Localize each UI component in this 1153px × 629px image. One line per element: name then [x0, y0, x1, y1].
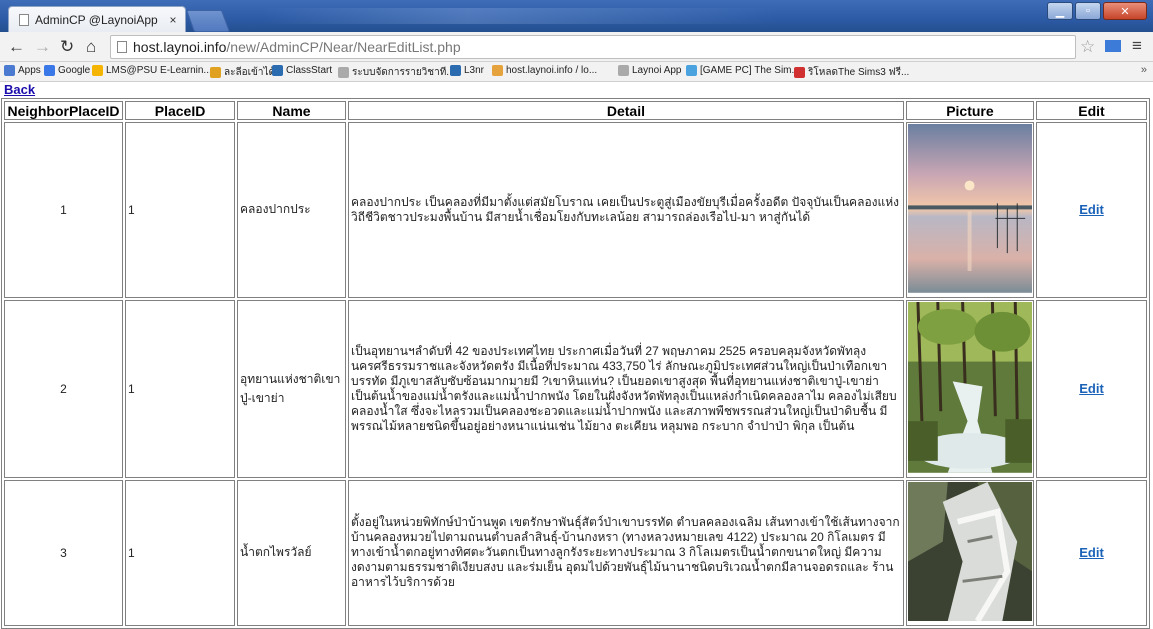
- bookmark-label: Laynoi App: [632, 65, 682, 76]
- edit-link[interactable]: Edit: [1079, 545, 1104, 560]
- column-header: Detail: [347, 101, 904, 120]
- edit-cell: Edit: [1036, 122, 1147, 298]
- bookmark-icon: [44, 65, 55, 76]
- bookmark-item[interactable]: Apps: [4, 65, 41, 76]
- url-host: host.laynoi.info: [133, 39, 227, 55]
- bookmark-item[interactable]: L3nr: [450, 65, 484, 76]
- bookmark-item[interactable]: Google: [44, 65, 90, 76]
- bookmark-icon: [338, 67, 349, 78]
- address-bar[interactable]: host.laynoi.info/new/AdminCP/Near/NearEd…: [110, 35, 1076, 59]
- neighbor-id-cell: 1: [4, 122, 124, 298]
- bookmark-item[interactable]: LMS@PSU E-Learnin...: [92, 65, 212, 76]
- bookmark-item[interactable]: ClassStart: [272, 65, 332, 76]
- bookmark-icon: [272, 65, 283, 76]
- bookmark-label: L3nr: [464, 65, 485, 76]
- bookmark-label: ละลีอเข้าได้: [224, 67, 276, 78]
- tab-title: AdminCP @LaynoiApp: [35, 12, 158, 27]
- place-id-cell: 1: [125, 479, 236, 626]
- picture-cell: [905, 299, 1034, 478]
- reload-icon[interactable]: ↻: [60, 37, 74, 57]
- new-tab-button[interactable]: [185, 10, 231, 32]
- bookmark-label: host.laynoi.info / lo...: [506, 65, 598, 76]
- neighbor-id-cell: 3: [4, 479, 124, 626]
- bookmark-label: ClassStart: [286, 65, 333, 76]
- bookmark-label: LMS@PSU E-Learnin...: [106, 65, 212, 76]
- bookmark-item[interactable]: ละลีอเข้าได้: [210, 65, 275, 80]
- picture-cell: [905, 122, 1034, 298]
- edit-link[interactable]: Edit: [1079, 202, 1104, 217]
- bookmark-icon: [686, 65, 697, 76]
- bookmark-label: ระบบจัดการรายวิชาที...: [352, 67, 455, 78]
- table-row: 3 1 น้ำตกไพรวัลย์ ตั้งอยู่ในหน่วยพิทักษ์…: [4, 479, 1147, 626]
- bookmark-icon: [92, 65, 103, 76]
- bookmark-icon: [794, 67, 805, 78]
- minimize-button[interactable]: ▁: [1047, 2, 1073, 20]
- tab-close-icon[interactable]: ×: [165, 13, 181, 27]
- name-cell: คลองปากประ: [237, 122, 346, 298]
- bookmarks-overflow-icon[interactable]: »: [1141, 64, 1147, 76]
- bookmark-item[interactable]: Laynoi App: [618, 65, 682, 76]
- rock-waterfall-photo: [907, 481, 1032, 623]
- bookmark-item[interactable]: ริโหลดThe Sims3 ฟรี...: [794, 65, 909, 80]
- browser-toolbar: ← → ↻ ⌂ host.laynoi.info/new/AdminCP/Nea…: [0, 32, 1153, 62]
- bookmark-icon: [450, 65, 461, 76]
- home-icon[interactable]: ⌂: [86, 37, 96, 57]
- titlebar-glow: [260, 8, 780, 24]
- name-cell: น้ำตกไพรวัลย์: [237, 479, 346, 626]
- bookmark-item[interactable]: host.laynoi.info / lo...: [492, 65, 597, 76]
- table-row: 2 1 อุทยานแห่งชาติเขาปู่-เขาย่า เป็นอุทย…: [4, 299, 1147, 478]
- bookmark-label: Google: [58, 65, 91, 76]
- place-id-cell: 1: [125, 299, 236, 478]
- window-controls: ▁ ▫ ✕: [1047, 2, 1147, 20]
- column-header: Name: [237, 101, 346, 120]
- url-path: /new/AdminCP/Near/NearEditList.php: [226, 39, 461, 55]
- browser-tab[interactable]: AdminCP @LaynoiApp ×: [8, 6, 186, 32]
- sunset-lake-photo: [907, 124, 1032, 293]
- close-window-button[interactable]: ✕: [1103, 2, 1147, 20]
- name-cell: อุทยานแห่งชาติเขาปู่-เขาย่า: [237, 299, 346, 478]
- forest-waterfall-photo: [907, 301, 1032, 473]
- detail-cell: คลองปากประ เป็นคลองที่มีมาตั้งแต่สมัยโบร…: [347, 122, 904, 298]
- forward-arrow-icon[interactable]: →: [34, 37, 51, 57]
- column-header: NeighborPlaceID: [4, 101, 124, 120]
- bookmark-label: Apps: [18, 65, 41, 76]
- detail-cell: ตั้งอยู่ในหน่วยพิทักษ์ป่าบ้านพูด เขตรักษ…: [347, 479, 904, 626]
- detail-cell: เป็นอุทยานฯลำดับที่ 42 ของประเทศไทย ประก…: [347, 299, 904, 478]
- back-link[interactable]: Back: [4, 82, 35, 97]
- bookmark-icon: [4, 65, 15, 76]
- bookmark-icon: [492, 65, 503, 76]
- edit-link[interactable]: Edit: [1079, 381, 1104, 396]
- edit-cell: Edit: [1036, 479, 1147, 626]
- bookmark-icon: [618, 65, 629, 76]
- column-header: Picture: [905, 101, 1034, 120]
- menu-icon[interactable]: ≡: [1132, 36, 1142, 56]
- page-icon: [19, 13, 29, 26]
- neighbor-places-table: NeighborPlaceID PlaceID Name Detail Pict…: [1, 98, 1150, 629]
- place-id-cell: 1: [125, 122, 236, 298]
- bookmark-star-icon[interactable]: ☆: [1080, 37, 1095, 57]
- picture-cell: [905, 479, 1034, 626]
- extension-icon[interactable]: [1105, 40, 1121, 52]
- bookmark-item[interactable]: ระบบจัดการรายวิชาที...: [338, 65, 455, 80]
- bookmarks-bar: Apps Google LMS@PSU E-Learnin... ละลีอเข้าไ…: [0, 62, 1153, 82]
- bookmark-label: [GAME PC] The Sim...: [700, 65, 800, 76]
- maximize-button[interactable]: ▫: [1075, 2, 1101, 20]
- bookmark-icon: [210, 67, 221, 78]
- table-row: 1 1 คลองปากประ คลองปากประ เป็นคลองที่มีม…: [4, 122, 1147, 298]
- bookmark-item[interactable]: [GAME PC] The Sim...: [686, 65, 800, 76]
- neighbor-id-cell: 2: [4, 299, 124, 478]
- column-header: PlaceID: [125, 101, 236, 120]
- edit-cell: Edit: [1036, 299, 1147, 478]
- window-titlebar: AdminCP @LaynoiApp × ▁ ▫ ✕: [0, 0, 1153, 32]
- bookmark-label: ริโหลดThe Sims3 ฟรี...: [808, 67, 910, 78]
- column-header: Edit: [1036, 101, 1147, 120]
- page-icon: [117, 41, 127, 53]
- back-arrow-icon[interactable]: ←: [8, 37, 25, 57]
